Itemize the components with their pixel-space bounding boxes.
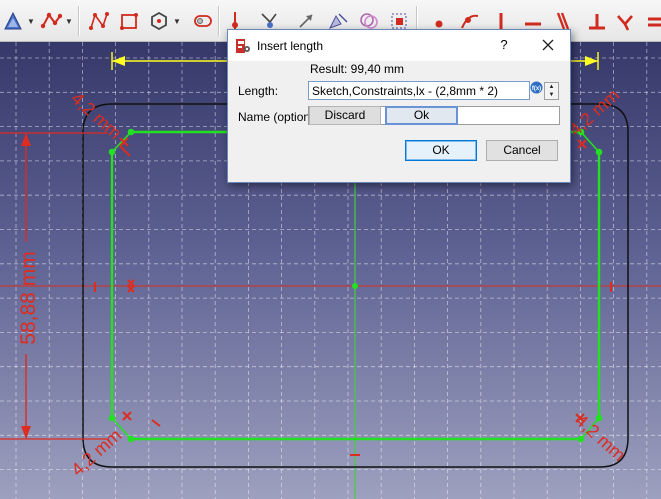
sketcher-view-icon[interactable] [0,8,26,34]
bspline-icon[interactable] [86,8,112,34]
result-text: Result: 99,40 mm [310,62,405,76]
rectangle-icon[interactable] [116,8,142,34]
constraint-markers [94,137,612,456]
name-label: Name (optional) [238,110,308,124]
toolbar-separator [218,6,220,36]
tangent-constraint-icon[interactable] [151,419,161,427]
svg-text:f(x): f(x) [532,86,541,92]
vertex-point[interactable] [577,435,585,443]
polygon-icon[interactable] [146,8,172,34]
slot-icon[interactable] [190,8,216,34]
freecad-sketcher-window: ▼ ▼ ▼ 58,88 mm 4,2 mm 4,2 mm 4,2 mm 4,2 … [0,0,661,499]
radius-label-top-right[interactable]: 4,2 mm [565,85,623,140]
vertex-point[interactable] [127,435,135,443]
spin-up-icon[interactable]: ▲ [545,83,558,91]
length-spinbox[interactable]: ▲ ▼ [544,82,559,100]
height-dimension-label: 58,88 mm [17,251,40,344]
vertex-point[interactable] [108,414,116,422]
dialog-title: Insert length [257,39,324,53]
insert-length-dialog: Insert length ? Result: 99,40 mm Length:… [227,29,571,183]
freecad-app-icon [236,39,250,53]
constrain-perpendicular-icon[interactable] [584,8,610,34]
chevron-down-icon[interactable]: ▼ [64,8,74,34]
chevron-down-icon[interactable]: ▼ [26,8,36,34]
ok-button[interactable]: OK [405,140,477,161]
tangent-constraint-icon[interactable] [122,411,132,421]
vertex-point[interactable] [108,148,116,156]
length-label: Length: [238,84,279,98]
cancel-button[interactable]: Cancel [486,140,558,161]
radius-label-top-left[interactable]: 4,2 mm [67,88,125,143]
expression-icon[interactable]: f(x) [530,81,543,94]
spin-down-icon[interactable]: ▼ [545,91,558,99]
discard-button[interactable]: Discard [309,106,381,125]
tangent-constraint-icon[interactable] [119,145,131,157]
polyline-icon[interactable] [38,8,64,34]
vertex-point[interactable] [595,414,603,422]
vertex-point[interactable] [127,128,135,136]
help-icon[interactable]: ? [494,35,514,55]
dialog-titlebar[interactable]: Insert length ? [228,30,570,61]
vertex-point[interactable] [595,148,603,156]
toolbar-separator [78,6,80,36]
chevron-down-icon[interactable]: ▼ [172,8,182,34]
constrain-tangent-icon[interactable] [612,8,638,34]
sketch-origin[interactable] [352,283,358,289]
expression-ok-button[interactable]: Ok [385,106,458,125]
radius-label-bottom-left[interactable]: 4,2 mm [67,425,125,480]
length-expression-input[interactable] [308,81,530,100]
constrain-equal-icon[interactable] [640,8,661,34]
close-icon[interactable] [533,33,563,57]
tangent-constraint-icon[interactable] [577,139,587,149]
